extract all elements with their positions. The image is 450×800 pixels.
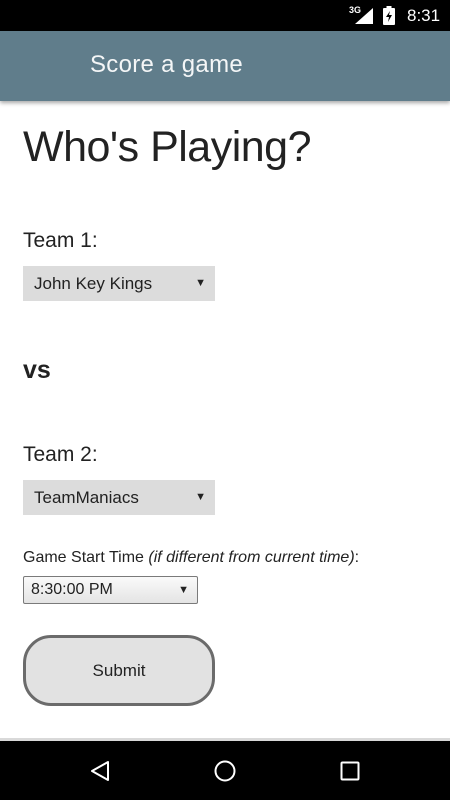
dropdown-arrow-icon: ▼ bbox=[195, 491, 206, 503]
team2-select[interactable]: TeamManiacs ▼ bbox=[23, 480, 215, 515]
team2-selected-value: TeamManiacs bbox=[34, 488, 139, 507]
dropdown-arrow-icon: ▼ bbox=[178, 584, 189, 596]
score-form: Who's Playing? Team 1: John Key Kings ▼ … bbox=[0, 101, 450, 738]
back-icon[interactable] bbox=[88, 759, 112, 783]
team1-selected-value: John Key Kings bbox=[34, 274, 153, 293]
status-bar: 3G 8:31 bbox=[0, 0, 450, 31]
app-bar: Score a game bbox=[0, 31, 450, 101]
start-time-select[interactable]: 8:30:00 PM ▼ bbox=[23, 576, 198, 604]
team1-select[interactable]: John Key Kings ▼ bbox=[23, 266, 215, 301]
recents-icon[interactable] bbox=[338, 759, 362, 783]
start-time-label-suffix: : bbox=[354, 549, 360, 566]
app-title: Score a game bbox=[90, 51, 244, 78]
team2-label: Team 2: bbox=[23, 443, 98, 466]
team1-label: Team 1: bbox=[23, 229, 98, 252]
submit-button[interactable]: Submit bbox=[23, 635, 215, 706]
start-time-label-text: Game Start Time bbox=[23, 549, 149, 566]
battery-charging-icon bbox=[383, 6, 395, 30]
navigation-bar bbox=[0, 738, 450, 800]
signal-icon bbox=[355, 8, 373, 29]
page-heading: Who's Playing? bbox=[23, 123, 312, 171]
start-time-value: 8:30:00 PM bbox=[31, 581, 113, 598]
start-time-label-note: (if different from current time) bbox=[148, 549, 355, 566]
status-clock: 8:31 bbox=[407, 6, 441, 25]
home-icon[interactable] bbox=[213, 759, 237, 783]
dropdown-arrow-icon: ▼ bbox=[195, 277, 206, 289]
vs-label: vs bbox=[23, 356, 51, 384]
start-time-label: Game Start Time (if different from curre… bbox=[23, 549, 359, 567]
